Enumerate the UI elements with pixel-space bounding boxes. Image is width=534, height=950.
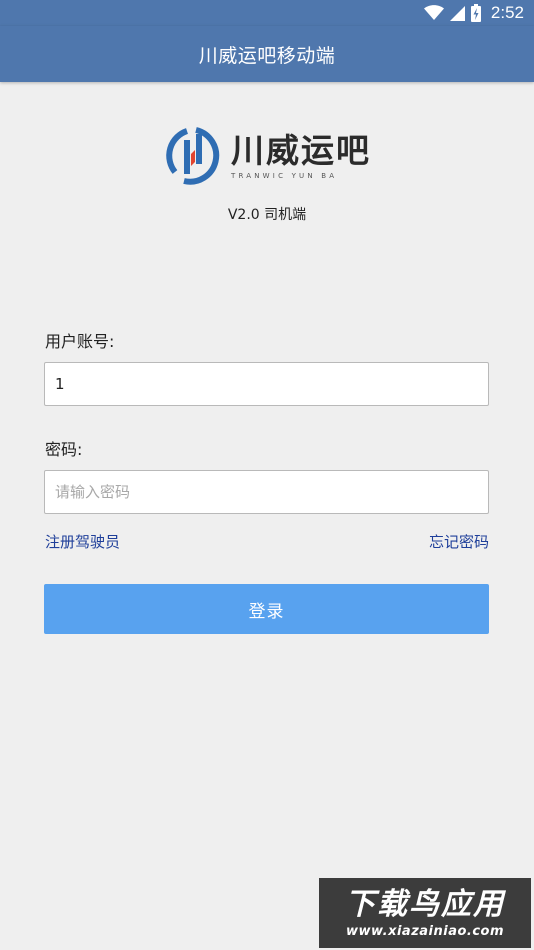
app-title: 川威运吧移动端 (198, 45, 336, 67)
watermark-title: 下载鸟应用 (345, 886, 505, 922)
register-driver-link[interactable]: 注册驾驶员 (45, 531, 120, 552)
login-button[interactable]: 登录 (44, 584, 489, 634)
forgot-password-link[interactable]: 忘记密码 (429, 531, 489, 552)
logo-cn-text: 川威运吧 (231, 131, 371, 170)
logo-inner: 川威运吧 TRANWIC YUN BA (163, 126, 371, 186)
password-label: 密码: (45, 440, 83, 459)
account-input[interactable] (44, 362, 489, 406)
status-time: 2:52 (490, 3, 524, 22)
status-bar: 2:52 (0, 0, 534, 26)
cell-signal-icon (449, 5, 465, 21)
wifi-icon (423, 5, 444, 20)
logo-text-block: 川威运吧 TRANWIC YUN BA (231, 131, 371, 181)
battery-charging-icon (470, 4, 481, 22)
password-input[interactable] (44, 470, 489, 514)
logo-mark-icon (166, 127, 220, 185)
version-text: V2.0 司机端 (227, 207, 307, 223)
watermark-url: www.xiazainiao.com (345, 923, 505, 939)
logo: 川威运吧 TRANWIC YUN BA (0, 124, 534, 188)
status-icons: 2:52 (423, 3, 524, 23)
watermark-logo: 下载鸟应用 www.xiazainiao.com (319, 878, 531, 948)
logo-en-text: TRANWIC YUN BA (231, 172, 338, 180)
app-bar: 川威运吧移动端 (0, 26, 534, 82)
account-label: 用户账号: (45, 332, 115, 351)
